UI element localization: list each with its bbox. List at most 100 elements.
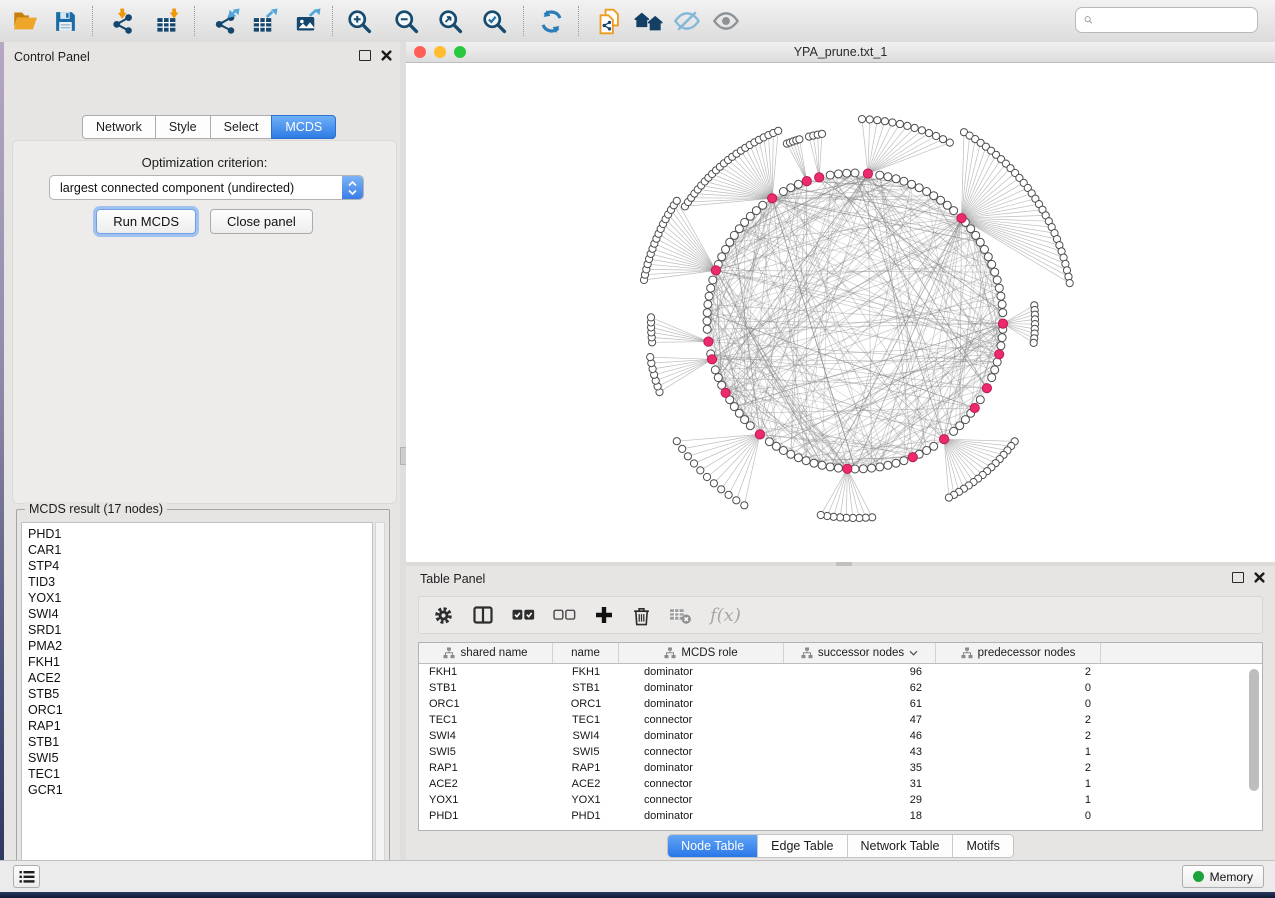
select-all-icon[interactable] xyxy=(512,607,535,623)
graph-node[interactable] xyxy=(705,292,713,300)
gear-icon[interactable] xyxy=(433,605,454,626)
graph-node[interactable] xyxy=(997,342,1005,350)
graph-leaf-node[interactable] xyxy=(673,197,680,204)
export-table-icon[interactable] xyxy=(248,5,280,37)
graph-node[interactable] xyxy=(900,457,908,465)
close-panel-icon[interactable] xyxy=(1254,572,1265,583)
graph-node[interactable] xyxy=(834,170,842,178)
graph-mcds-node[interactable] xyxy=(970,403,979,412)
table-row[interactable]: YOX1YOX1connector291 xyxy=(419,792,1262,808)
graph-node[interactable] xyxy=(714,374,722,382)
graph-leaf-node[interactable] xyxy=(933,132,940,139)
mcds-list-item[interactable]: STP4 xyxy=(28,558,372,574)
graph-node[interactable] xyxy=(984,253,992,261)
mcds-list-item[interactable]: PMA2 xyxy=(28,638,372,654)
tab-node-table[interactable]: Node Table xyxy=(668,835,757,857)
function-builder-icon[interactable]: f(x) xyxy=(710,605,741,626)
graph-node[interactable] xyxy=(991,366,999,374)
table-row[interactable]: ORC1ORC1dominator610 xyxy=(419,696,1262,712)
run-mcds-button[interactable]: Run MCDS xyxy=(96,209,196,234)
graph-leaf-node[interactable] xyxy=(673,438,680,445)
graph-node[interactable] xyxy=(884,461,892,469)
graph-node[interactable] xyxy=(779,447,787,455)
columns-icon[interactable] xyxy=(472,605,494,625)
graph-node[interactable] xyxy=(802,457,810,465)
graph-node[interactable] xyxy=(976,396,984,404)
graph-node[interactable] xyxy=(834,464,842,472)
hide-selected-icon[interactable] xyxy=(671,5,703,37)
graph-leaf-node[interactable] xyxy=(703,473,710,480)
graph-mcds-node[interactable] xyxy=(863,169,872,178)
graph-leaf-node[interactable] xyxy=(733,497,740,504)
mcds-list-item[interactable]: PHD1 xyxy=(28,526,372,542)
close-panel-button[interactable]: Close panel xyxy=(210,209,313,234)
graph-node[interactable] xyxy=(703,325,711,333)
graph-leaf-node[interactable] xyxy=(818,130,825,137)
import-table-icon[interactable] xyxy=(151,5,183,37)
graph-leaf-node[interactable] xyxy=(889,119,896,126)
tab-select[interactable]: Select xyxy=(210,115,273,139)
column-header-shared-name[interactable]: shared name xyxy=(419,643,553,663)
mcds-list-item[interactable]: CAR1 xyxy=(28,542,372,558)
graph-node[interactable] xyxy=(950,207,958,215)
graph-leaf-node[interactable] xyxy=(858,116,865,123)
graph-leaf-node[interactable] xyxy=(741,502,748,509)
graph-node[interactable] xyxy=(892,459,900,467)
network-canvas[interactable] xyxy=(406,62,1275,562)
graph-leaf-node[interactable] xyxy=(679,445,686,452)
graph-node[interactable] xyxy=(703,317,711,325)
column-header-name[interactable]: name xyxy=(553,643,619,663)
graph-leaf-node[interactable] xyxy=(817,511,824,518)
graph-node[interactable] xyxy=(876,171,884,179)
export-image-icon[interactable] xyxy=(291,5,323,37)
graph-node[interactable] xyxy=(981,245,989,253)
open-folder-icon[interactable] xyxy=(9,5,41,37)
graph-leaf-node[interactable] xyxy=(796,136,803,143)
mcds-list-item[interactable]: FKH1 xyxy=(28,654,372,670)
delete-column-icon[interactable] xyxy=(632,605,651,626)
graph-leaf-node[interactable] xyxy=(775,127,782,134)
graph-node[interactable] xyxy=(826,463,834,471)
graph-leaf-node[interactable] xyxy=(881,118,888,125)
mcds-list-item[interactable]: TEC1 xyxy=(28,766,372,782)
graph-leaf-node[interactable] xyxy=(647,354,654,361)
graph-node[interactable] xyxy=(988,260,996,268)
graph-leaf-node[interactable] xyxy=(896,120,903,127)
graph-leaf-node[interactable] xyxy=(1030,339,1037,346)
graph-mcds-node[interactable] xyxy=(908,453,917,462)
float-panel-icon[interactable] xyxy=(359,50,371,61)
graph-node[interactable] xyxy=(993,276,1001,284)
mcds-list-item[interactable]: RAP1 xyxy=(28,718,372,734)
graph-node[interactable] xyxy=(995,284,1003,292)
graph-leaf-node[interactable] xyxy=(939,136,946,143)
graph-node[interactable] xyxy=(908,180,916,188)
graph-mcds-node[interactable] xyxy=(755,430,764,439)
graph-leaf-node[interactable] xyxy=(684,453,691,460)
graph-node[interactable] xyxy=(923,188,931,196)
mcds-list-item[interactable]: ORC1 xyxy=(28,702,372,718)
graph-node[interactable] xyxy=(976,238,984,246)
tab-edge-table[interactable]: Edge Table xyxy=(757,835,846,857)
graph-node[interactable] xyxy=(779,188,787,196)
table-row[interactable]: TEC1TEC1connector472 xyxy=(419,712,1262,728)
graph-node[interactable] xyxy=(999,309,1007,317)
graph-leaf-node[interactable] xyxy=(690,460,697,467)
graph-node[interactable] xyxy=(998,300,1006,308)
add-column-icon[interactable] xyxy=(594,605,614,625)
graph-node[interactable] xyxy=(868,464,876,472)
mcds-list-item[interactable]: TID3 xyxy=(28,574,372,590)
graph-node[interactable] xyxy=(884,173,892,181)
graph-mcds-node[interactable] xyxy=(707,355,716,364)
graph-node[interactable] xyxy=(923,447,931,455)
mcds-list-item[interactable]: SWI4 xyxy=(28,606,372,622)
graph-node[interactable] xyxy=(950,427,958,435)
graph-node[interactable] xyxy=(843,169,851,177)
graph-node[interactable] xyxy=(794,454,802,462)
graph-node[interactable] xyxy=(711,366,719,374)
mcds-list-item[interactable]: YOX1 xyxy=(28,590,372,606)
graph-leaf-node[interactable] xyxy=(945,494,952,501)
graph-node[interactable] xyxy=(998,334,1006,342)
graph-node[interactable] xyxy=(892,175,900,183)
tab-mcds[interactable]: MCDS xyxy=(271,115,336,139)
graph-node[interactable] xyxy=(794,180,802,188)
